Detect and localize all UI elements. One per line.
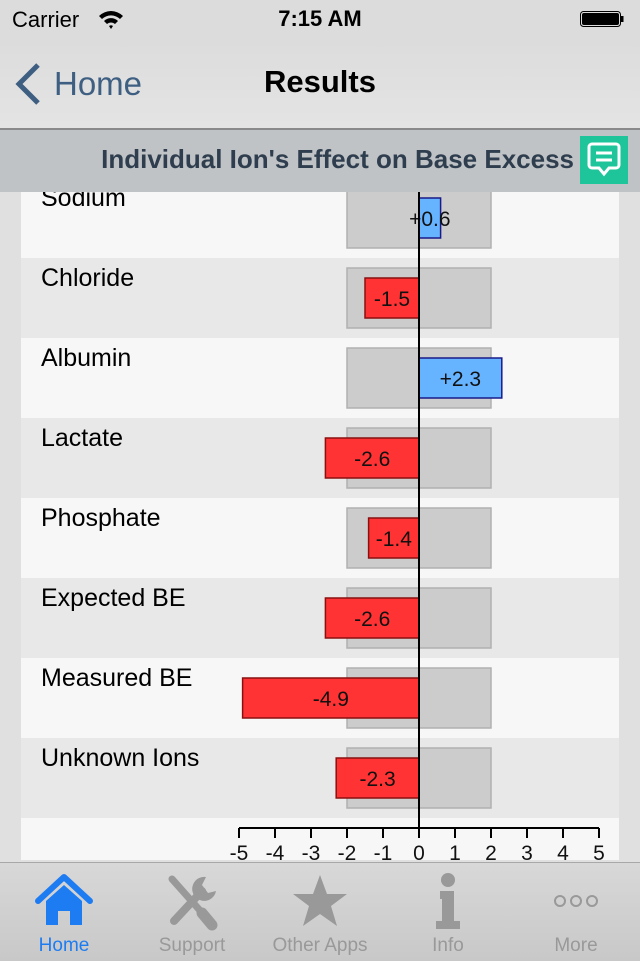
x-tick-label: 2 xyxy=(485,842,497,860)
battery-icon xyxy=(580,11,624,27)
x-tick-label: -3 xyxy=(302,842,321,860)
value-label: -2.6 xyxy=(354,608,390,631)
clock: 7:15 AM xyxy=(278,6,362,31)
value-label: +0.6 xyxy=(409,208,450,231)
section-header: Individual Ion's Effect on Base Excess xyxy=(0,130,640,192)
status-bar: Carrier 7:15 AM xyxy=(0,0,640,40)
ion-effect-chart: +0.6 -1.5 +2.3 -2.6 -1.4 -2.6 -4.9 -2.3 -5 -4 -3 -2… xyxy=(230,192,605,860)
tools-icon xyxy=(168,875,218,931)
x-tick-label: 0 xyxy=(413,842,425,860)
x-tick-label: -1 xyxy=(374,842,393,860)
tab-info[interactable]: Info xyxy=(384,863,512,961)
x-tick-label: -2 xyxy=(338,842,357,860)
more-icon xyxy=(554,895,598,907)
value-label: +2.3 xyxy=(440,368,481,391)
star-icon xyxy=(293,875,347,926)
tab-support[interactable]: Support xyxy=(128,863,256,961)
tab-other-apps[interactable]: Other Apps xyxy=(256,863,384,961)
x-tick-label: 3 xyxy=(521,842,533,860)
comment-icon xyxy=(587,142,621,177)
chart-title: Individual Ion's Effect on Base Excess xyxy=(101,144,574,174)
tab-label: Other Apps xyxy=(272,935,368,956)
results-chart[interactable]: Sodium Chloride Albumin Lactate Phosphate Exp… xyxy=(21,192,619,860)
home-icon xyxy=(35,874,93,925)
comment-button[interactable] xyxy=(580,136,628,184)
x-tick-label: -4 xyxy=(266,842,285,860)
x-tick-label: 4 xyxy=(557,842,569,860)
value-label: -4.9 xyxy=(313,688,349,711)
tab-label: More xyxy=(554,935,598,956)
tab-more[interactable]: More xyxy=(512,863,640,961)
x-tick-label: 5 xyxy=(593,842,605,860)
value-label: -1.5 xyxy=(374,288,410,311)
value-label: -2.6 xyxy=(354,448,390,471)
x-tick-label: -5 xyxy=(230,842,249,860)
tab-label: Support xyxy=(158,935,226,956)
tab-label: Home xyxy=(38,935,90,956)
info-icon xyxy=(436,873,460,929)
value-label: -1.4 xyxy=(376,528,413,551)
x-tick-label: 1 xyxy=(449,842,461,860)
navigation-bar: Home Results xyxy=(0,40,640,130)
tab-home[interactable]: Home xyxy=(0,863,128,961)
page-title: Results xyxy=(264,64,376,99)
tab-bar: Home Support Other Apps Info More xyxy=(0,862,640,961)
value-label: -2.3 xyxy=(360,768,396,791)
tab-label: Info xyxy=(432,935,464,956)
